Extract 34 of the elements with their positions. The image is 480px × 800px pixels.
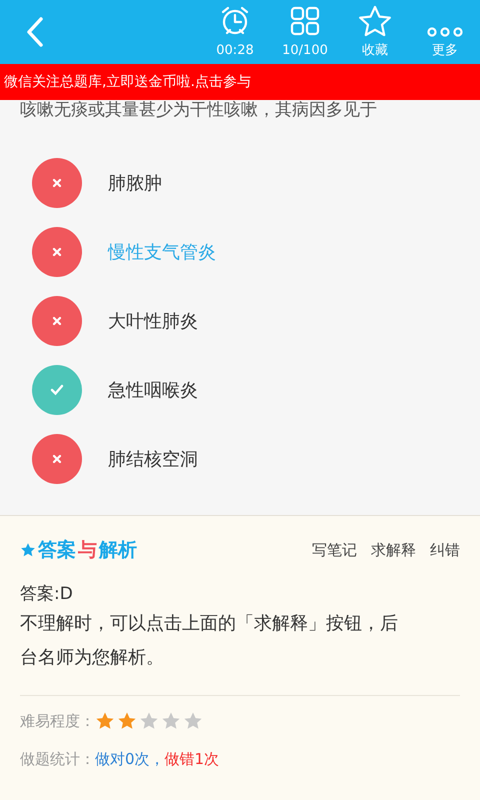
- rating-star-icon: [117, 710, 137, 731]
- check-icon: [50, 384, 64, 396]
- difficulty-label: 难易程度：: [20, 710, 95, 732]
- grid-icon: [289, 4, 321, 36]
- star-icon: [358, 4, 392, 36]
- cross-icon: [52, 178, 62, 188]
- stats-count: 做错1次: [164, 749, 220, 770]
- answer-text: 答案:D: [20, 582, 74, 606]
- option-label[interactable]: 大叶性肺炎: [108, 308, 198, 334]
- stats-count: 做对0次，: [95, 749, 165, 770]
- more-icon: [426, 26, 464, 36]
- cross-icon: [52, 247, 62, 257]
- rating-star-icon: [95, 710, 115, 731]
- option-label[interactable]: 肺结核空洞: [108, 446, 198, 472]
- action-link[interactable]: 求解释: [371, 539, 416, 562]
- option-label[interactable]: 急性咽喉炎: [108, 376, 198, 404]
- section-title: 解析: [99, 538, 137, 563]
- rating-star-icon: [161, 710, 181, 731]
- back-icon: [25, 16, 45, 48]
- alarm-clock-icon: [219, 4, 251, 36]
- action-link[interactable]: 纠错: [430, 539, 460, 562]
- promo-banner[interactable]: 微信关注总题库,立即送金币啦.点击参与: [0, 64, 480, 100]
- star-icon: [20, 542, 36, 558]
- explanation-text: 不理解时，可以点击上面的「求解释」按钮，后台名师为您解析。: [20, 612, 399, 670]
- question-text: 咳嗽无痰或其量甚少为干性咳嗽，其病因多见于: [19, 100, 378, 122]
- section-title: 答案: [38, 538, 76, 563]
- action-link[interactable]: 写笔记: [312, 539, 357, 562]
- option-label[interactable]: 肺脓肿: [108, 170, 162, 196]
- cross-icon: [52, 316, 62, 326]
- section-title: 与: [78, 538, 97, 563]
- rating-star-icon: [139, 710, 159, 731]
- cross-icon: [52, 454, 62, 464]
- stats-label: 做题统计：: [20, 749, 95, 770]
- rating-star-icon: [183, 710, 203, 731]
